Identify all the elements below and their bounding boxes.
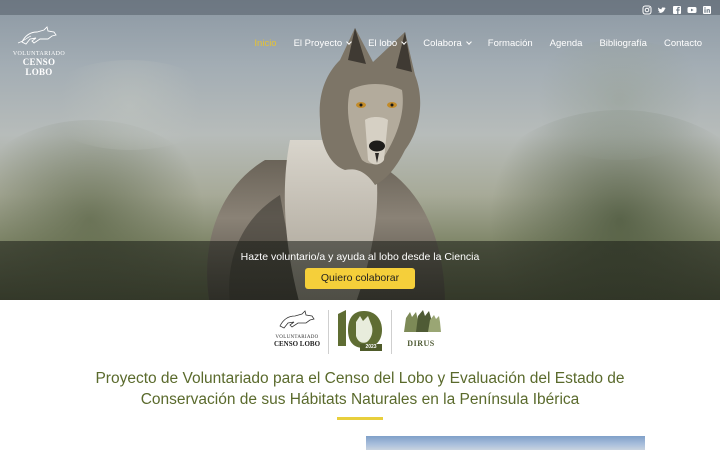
top-bar [0, 0, 720, 15]
background-sky [520, 40, 720, 160]
dirus-label: DIRUS [407, 339, 435, 348]
nav-label: Contacto [663, 38, 702, 49]
logo-line2: Censo Lobo [22, 57, 56, 77]
wolves-silhouette-icon [404, 310, 441, 332]
nav-item-agenda[interactable]: Agenda [550, 38, 583, 49]
wolf-logo-icon [279, 310, 315, 329]
anniversary-logo[interactable]: 2023 10 [334, 308, 386, 354]
nav-label: Bibliografía [599, 38, 647, 49]
social-links [642, 2, 712, 15]
logo-divider [328, 310, 329, 354]
main-navigation: Inicio El Proyecto El lobo Colabora Form… [237, 38, 702, 49]
nav-item-contacto[interactable]: Contacto [664, 38, 702, 49]
nav-label: Colabora [423, 38, 462, 49]
title-underline [337, 417, 383, 420]
chevron-down-icon [401, 39, 408, 45]
section-photo [366, 436, 645, 450]
section-title: Proyecto de Voluntariado para el Censo d… [95, 370, 625, 408]
nav-label: Inicio [254, 38, 277, 49]
facebook-icon[interactable] [672, 2, 682, 14]
chevron-down-icon [346, 39, 353, 45]
linkedin-icon[interactable] [702, 2, 712, 14]
collaborate-button[interactable]: Quiero colaborar [305, 268, 415, 289]
nav-item-bibliografia[interactable]: Bibliografía [599, 38, 647, 49]
nav-label: El lobo [368, 38, 398, 49]
wolf-logo-icon [17, 26, 57, 45]
chevron-down-icon [465, 39, 472, 45]
hero-tagline: Hazte voluntario/a y ayuda al lobo desde… [240, 251, 480, 263]
twitter-icon[interactable] [657, 2, 667, 13]
partner-logo-line2: Censo Lobo [273, 340, 321, 348]
nav-item-el-lobo[interactable]: El lobo [368, 38, 408, 49]
nav-label: El Proyecto [293, 38, 343, 49]
partner-logos: Voluntariado Censo Lobo 2023 10 DIRUS [270, 306, 450, 356]
nav-label: Formación [487, 38, 533, 49]
nav-item-el-proyecto[interactable]: El Proyecto [293, 38, 353, 49]
nav-item-inicio[interactable]: Inicio [254, 38, 276, 49]
instagram-icon[interactable] [642, 2, 652, 15]
nav-item-formacion[interactable]: Formación [488, 38, 533, 49]
logo-divider [391, 310, 392, 354]
nav-label: Agenda [549, 38, 583, 49]
anniversary-year: 2023 [365, 344, 377, 350]
nav-item-colabora[interactable]: Colabora [423, 38, 472, 49]
dirus-logo[interactable]: DIRUS [398, 308, 444, 348]
site-logo[interactable]: Voluntariado Censo Lobo [10, 24, 68, 77]
youtube-icon[interactable] [687, 2, 697, 13]
censo-lobo-logo[interactable]: Voluntariado Censo Lobo [270, 308, 324, 348]
